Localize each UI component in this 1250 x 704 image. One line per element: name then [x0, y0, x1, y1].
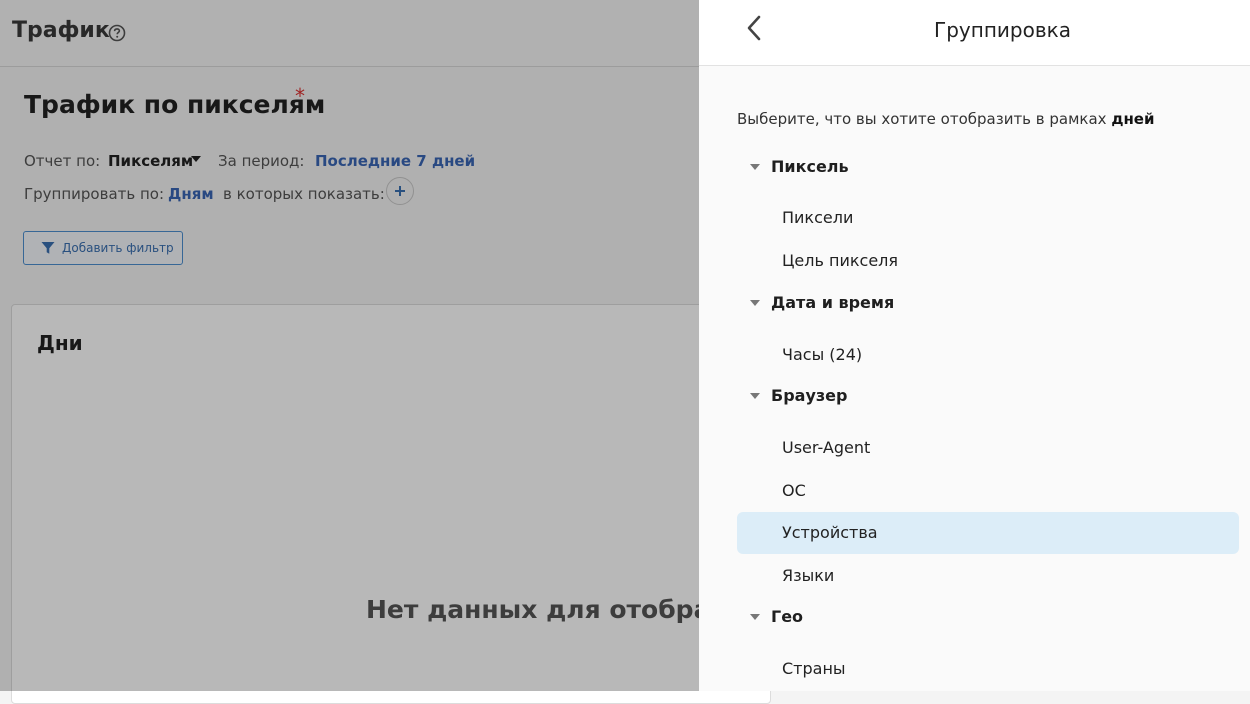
grouping-drawer: Группировка Выберите, что вы хотите отоб…: [699, 0, 1250, 691]
option-languages[interactable]: Языки: [737, 555, 1239, 597]
option-pixel-goal[interactable]: Цель пикселя: [737, 240, 1239, 282]
group-header-pixel[interactable]: Пиксель: [771, 157, 849, 176]
chevron-down-icon[interactable]: [750, 300, 760, 306]
option-countries[interactable]: Страны: [737, 648, 1239, 690]
group-header-datetime[interactable]: Дата и время: [771, 293, 894, 312]
option-pixels[interactable]: Пиксели: [737, 197, 1239, 239]
drawer-header: Группировка: [699, 0, 1250, 66]
hint-text: Выберите, что вы хотите отобразить в рам…: [737, 110, 1112, 128]
hint-bold-text: дней: [1111, 110, 1155, 128]
chevron-down-icon[interactable]: [750, 393, 760, 399]
drawer-title: Группировка: [934, 18, 1071, 42]
chevron-down-icon[interactable]: [750, 614, 760, 620]
option-os[interactable]: ОС: [737, 470, 1239, 512]
chevron-down-icon[interactable]: [750, 164, 760, 170]
group-header-browser[interactable]: Браузер: [771, 386, 847, 405]
option-devices[interactable]: Устройства: [737, 512, 1239, 554]
option-hours[interactable]: Часы (24): [737, 334, 1239, 376]
option-user-agent[interactable]: User-Agent: [737, 427, 1239, 469]
drawer-hint: Выберите, что вы хотите отобразить в рам…: [737, 110, 1155, 128]
group-header-geo[interactable]: Гео: [771, 607, 803, 626]
